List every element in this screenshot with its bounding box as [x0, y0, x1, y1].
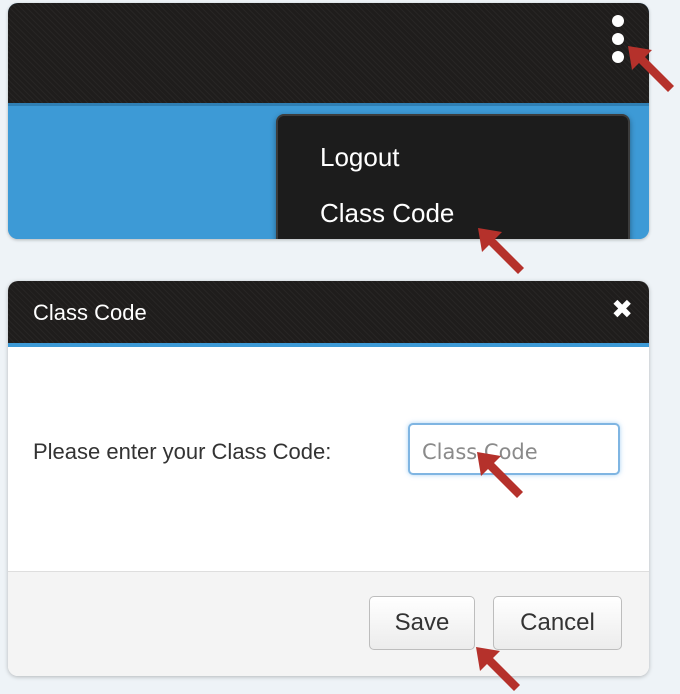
- class-code-prompt: Please enter your Class Code:: [33, 439, 332, 464]
- close-icon[interactable]: ✖: [611, 295, 633, 323]
- cancel-button[interactable]: Cancel: [493, 596, 622, 650]
- dialog-footer: Save Cancel: [8, 571, 649, 676]
- menu-item-logout[interactable]: Logout: [320, 142, 400, 173]
- class-code-dialog: Class Code ✖ Please enter your Class Cod…: [8, 281, 649, 676]
- options-dropdown: Logout Class Code: [276, 114, 630, 239]
- kebab-dot: [612, 15, 624, 27]
- menu-item-class-code[interactable]: Class Code: [320, 198, 454, 229]
- dialog-body: Please enter your Class Code:: [8, 347, 649, 572]
- kebab-dot: [612, 33, 624, 45]
- screenshot-canvas: Logout Class Code Class Code ✖ Please en…: [0, 0, 680, 694]
- dialog-title: Class Code: [33, 300, 147, 325]
- dialog-header: Class Code ✖: [8, 281, 649, 347]
- app-header-panel: Logout Class Code: [8, 3, 649, 239]
- class-code-input[interactable]: [408, 423, 620, 475]
- kebab-menu-icon[interactable]: [608, 15, 628, 63]
- kebab-dot: [612, 51, 624, 63]
- save-button[interactable]: Save: [369, 596, 475, 650]
- app-top-bar: [8, 3, 649, 103]
